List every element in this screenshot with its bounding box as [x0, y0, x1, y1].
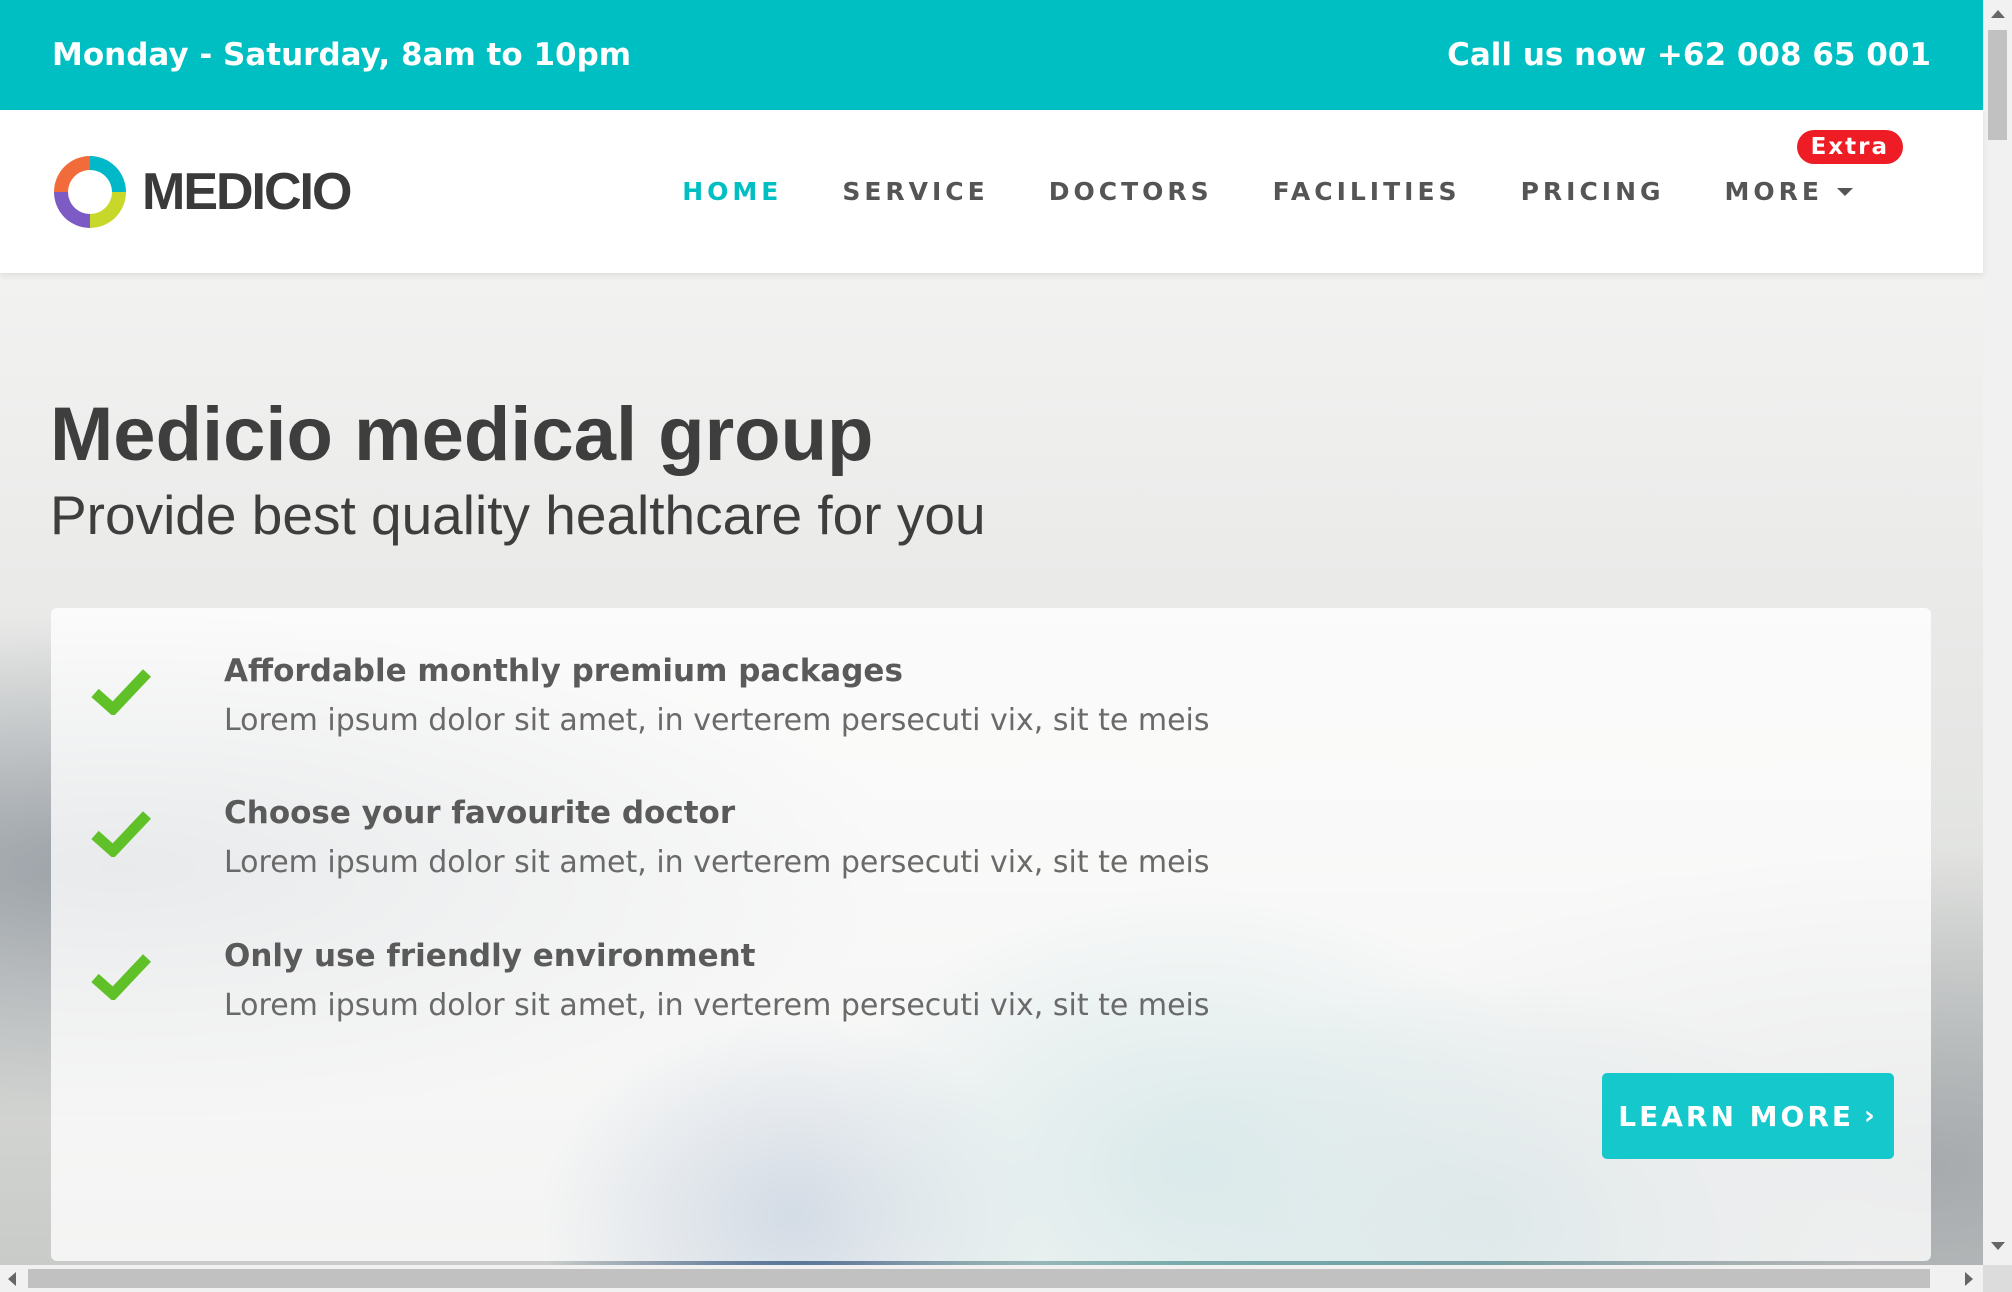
- check-icon: [91, 954, 151, 1000]
- check-icon: [91, 811, 151, 857]
- nav-item-more-label: MORE: [1724, 177, 1823, 206]
- main-nav: HOME SERVICE DOCTORS FACILITIES PRICING …: [622, 110, 1853, 273]
- scroll-up-arrow-icon[interactable]: [1991, 10, 2005, 18]
- scroll-right-arrow-icon[interactable]: [1965, 1272, 1973, 1286]
- site-header: MEDICIO HOME SERVICE DOCTORS FACILITIES …: [0, 110, 1983, 273]
- feature-title: Affordable monthly premium packages: [224, 653, 903, 689]
- vertical-scrollbar[interactable]: [1983, 0, 2012, 1265]
- logo-text: MEDICIO: [142, 163, 352, 221]
- hero-title: Medicio medical group: [50, 392, 874, 477]
- feature-description: Lorem ipsum dolor sit amet, in verterem …: [224, 988, 1210, 1023]
- horizontal-scrollbar[interactable]: [0, 1265, 1983, 1292]
- caret-down-icon: [1837, 187, 1853, 196]
- horizontal-scroll-thumb[interactable]: [28, 1269, 1930, 1288]
- nav-item-facilities[interactable]: FACILITIES: [1273, 177, 1461, 206]
- nav-item-pricing[interactable]: PRICING: [1521, 177, 1665, 206]
- learn-more-button[interactable]: LEARN MORE ›: [1602, 1073, 1894, 1159]
- logo-ring-icon: [50, 152, 130, 232]
- scrollbar-corner: [1983, 1265, 2012, 1292]
- logo[interactable]: MEDICIO: [50, 152, 352, 232]
- hero-subtitle: Provide best quality healthcare for you: [50, 484, 986, 546]
- chevron-right-icon: ›: [1864, 1101, 1878, 1131]
- scroll-left-arrow-icon[interactable]: [8, 1272, 16, 1286]
- nav-item-home[interactable]: HOME: [682, 177, 782, 206]
- learn-more-label: LEARN MORE: [1618, 1099, 1854, 1133]
- feature-description: Lorem ipsum dolor sit amet, in verterem …: [224, 703, 1210, 738]
- nav-item-more[interactable]: MORE: [1725, 177, 1853, 206]
- hero-section: Medicio medical group Provide best quali…: [0, 273, 1983, 1265]
- opening-hours: Monday - Saturday, 8am to 10pm: [52, 37, 632, 73]
- extra-badge: Extra: [1796, 130, 1903, 164]
- scroll-down-arrow-icon[interactable]: [1991, 1242, 2005, 1250]
- vertical-scroll-thumb[interactable]: [1988, 30, 2007, 140]
- phone-number[interactable]: Call us now +62 008 65 001: [1447, 37, 1931, 73]
- top-info-bar: Monday - Saturday, 8am to 10pm Call us n…: [0, 0, 1983, 110]
- nav-item-service[interactable]: SERVICE: [842, 177, 988, 206]
- feature-description: Lorem ipsum dolor sit amet, in verterem …: [224, 845, 1210, 880]
- check-icon: [91, 669, 151, 715]
- nav-item-doctors[interactable]: DOCTORS: [1049, 177, 1213, 206]
- features-panel: Affordable monthly premium packages Lore…: [51, 608, 1931, 1261]
- feature-title: Choose your favourite doctor: [224, 795, 736, 831]
- feature-title: Only use friendly environment: [224, 938, 756, 974]
